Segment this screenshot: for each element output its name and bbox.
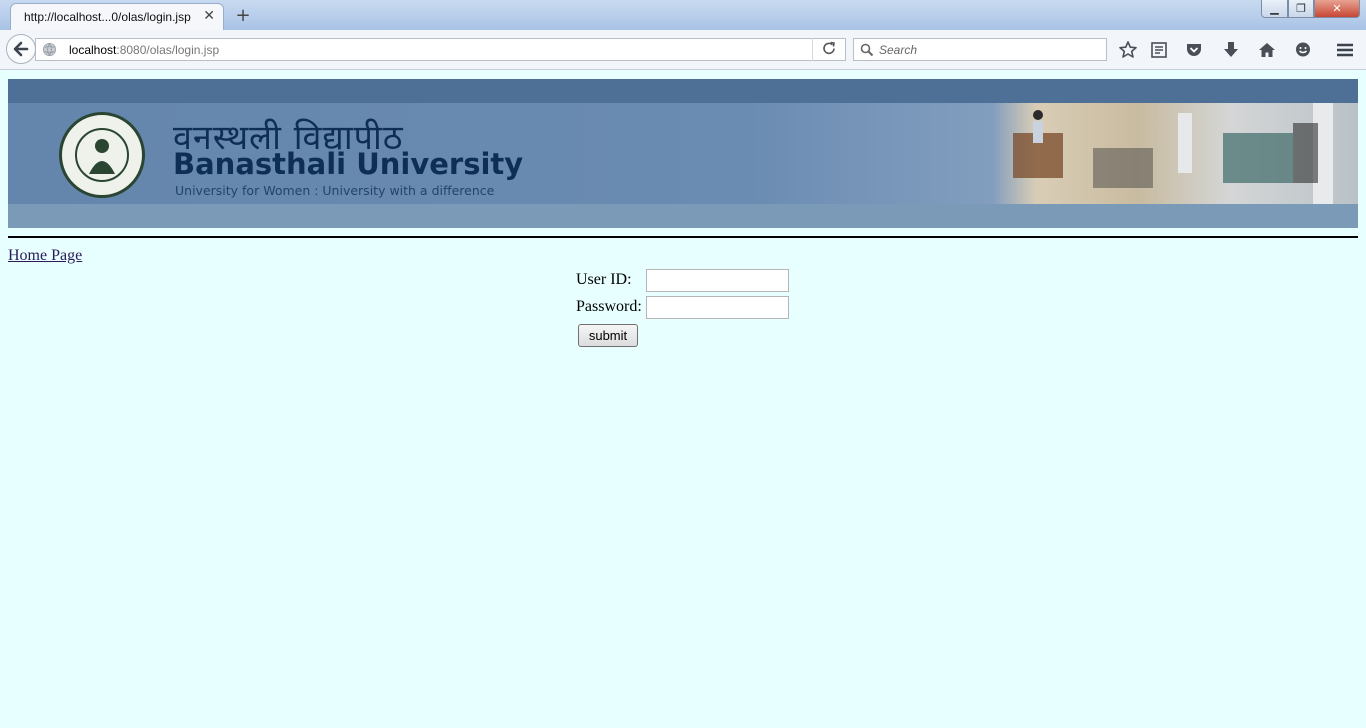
userid-label: User ID: <box>576 271 632 288</box>
new-tab-button[interactable]: + <box>234 5 252 26</box>
window-maximize-button[interactable]: ❐ <box>1288 0 1314 18</box>
url-bar[interactable]: localhost:8080/olas/login.jsp <box>35 38 846 61</box>
university-seal-logo <box>59 112 145 198</box>
submit-button[interactable]: submit <box>578 324 638 347</box>
url-host: localhost <box>69 43 117 57</box>
back-arrow-icon <box>13 41 29 57</box>
browser-nav-bar: localhost:8080/olas/login.jsp Search <box>0 30 1366 70</box>
search-placeholder: Search <box>879 43 918 57</box>
reload-icon <box>823 41 835 55</box>
window-minimize-button[interactable]: ▁ <box>1261 0 1288 18</box>
password-label: Password: <box>576 298 642 315</box>
university-banner: वनस्थली विद्यापीठ Banasthali University … <box>8 79 1358 228</box>
back-button[interactable] <box>6 34 36 64</box>
seal-figure-image <box>89 139 115 174</box>
banner-photo-collage <box>993 103 1358 204</box>
menu-icon[interactable] <box>1334 39 1356 61</box>
horizontal-rule <box>8 236 1358 238</box>
window-close-button[interactable]: ✕ <box>1314 0 1360 18</box>
banner-bottom-strip <box>8 204 1358 228</box>
browser-title-bar: http://localhost...0/olas/login.jsp ✕ + … <box>0 0 1366 30</box>
home-icon[interactable] <box>1256 39 1278 61</box>
tab-close-icon[interactable]: ✕ <box>203 8 215 24</box>
userid-input[interactable] <box>646 269 789 292</box>
home-page-link[interactable]: Home Page <box>8 247 82 265</box>
chat-icon[interactable] <box>1292 39 1314 61</box>
password-input[interactable] <box>646 296 789 319</box>
url-path: :8080/olas/login.jsp <box>116 43 220 57</box>
search-icon <box>860 43 874 57</box>
seal-inner-ring <box>75 128 129 182</box>
bookmark-star-icon[interactable] <box>1117 39 1139 61</box>
pocket-icon[interactable] <box>1183 39 1205 61</box>
globe-icon <box>42 42 57 57</box>
reload-button[interactable] <box>812 38 846 61</box>
banner-top-strip <box>8 79 1358 103</box>
university-name: Banasthali University <box>173 147 524 181</box>
download-icon[interactable] <box>1220 39 1242 61</box>
reading-list-icon[interactable] <box>1148 39 1170 61</box>
browser-tab[interactable]: http://localhost...0/olas/login.jsp ✕ <box>10 3 224 30</box>
university-tagline: University for Women : University with a… <box>175 183 495 198</box>
campus-photos-image <box>1013 103 1333 204</box>
url-text: localhost:8080/olas/login.jsp <box>69 43 219 57</box>
search-bar[interactable]: Search <box>853 38 1107 61</box>
tab-title: http://localhost...0/olas/login.jsp <box>24 10 191 24</box>
